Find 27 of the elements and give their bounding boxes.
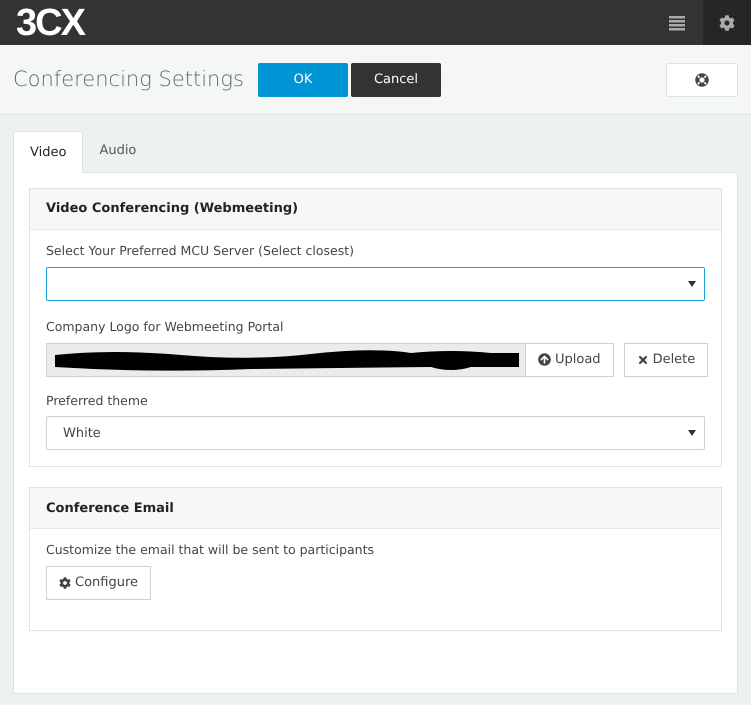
field-label: Select Your Preferred MCU Server (Select closest) bbox=[46, 242, 356, 260]
page-title: Conferencing Settings bbox=[13, 66, 245, 93]
card-title: Conference Email bbox=[46, 500, 174, 518]
tab[interactable]: Audio bbox=[83, 130, 152, 172]
caret-icon bbox=[688, 430, 696, 436]
server-select[interactable] bbox=[46, 266, 705, 301]
card-title: Video Conferencing (Webmeeting) bbox=[46, 200, 298, 218]
configure-button[interactable]: Configure bbox=[46, 566, 152, 600]
settings-icon bbox=[719, 14, 735, 30]
help-button[interactable] bbox=[666, 62, 738, 96]
close-icon bbox=[636, 354, 649, 366]
field-label: Company Logo for Webmeeting Portal bbox=[46, 318, 284, 336]
upload-icon bbox=[538, 353, 551, 366]
help-icon bbox=[695, 72, 709, 86]
theme-select[interactable]: White bbox=[46, 416, 705, 450]
upload-button[interactable]: Upload bbox=[526, 342, 614, 376]
settings-button[interactable] bbox=[703, 0, 751, 45]
description-text: Customize the email that will be sent to participants bbox=[46, 541, 375, 560]
caret-icon bbox=[688, 280, 696, 287]
delete-button[interactable]: Delete bbox=[624, 342, 708, 376]
logo[interactable]: 3CX bbox=[16, 4, 84, 42]
settings-icon bbox=[59, 577, 71, 589]
cancel-button[interactable]: Cancel bbox=[351, 62, 441, 96]
menu-icon[interactable] bbox=[669, 14, 685, 30]
tab[interactable]: Video bbox=[13, 131, 84, 173]
field-label: Preferred theme bbox=[46, 392, 149, 410]
file-name-field[interactable] bbox=[46, 342, 526, 376]
